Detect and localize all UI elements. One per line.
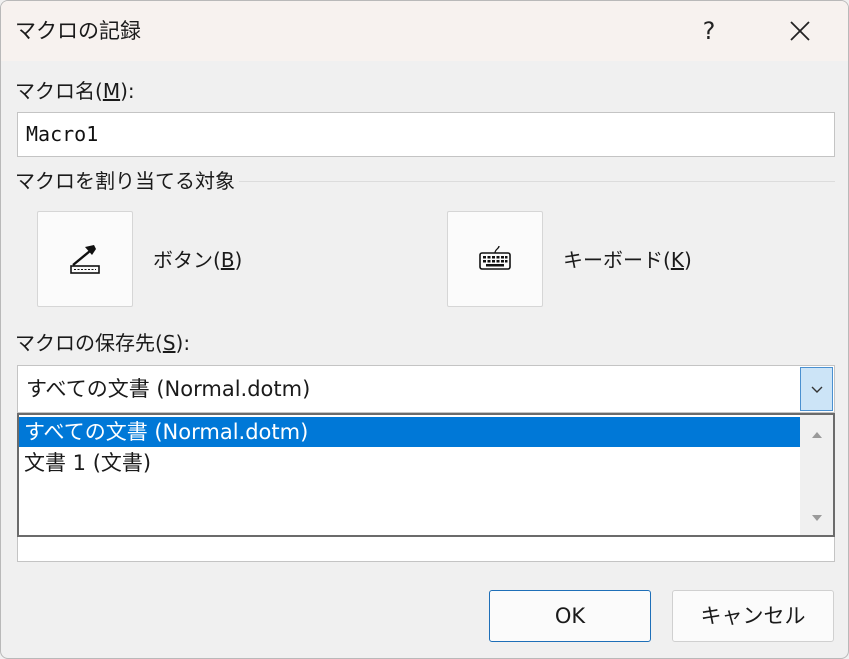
- record-macro-dialog: マクロの記録 ? マクロ名(M): Macro1 マクロを割り当てる対象 ボタン…: [0, 0, 849, 659]
- dropdown-option-document1[interactable]: 文書 1 (文書): [19, 448, 800, 478]
- scroll-down-arrow-icon: [811, 515, 822, 521]
- macro-name-label: マクロ名(M):: [15, 79, 135, 103]
- group-divider: [239, 181, 835, 182]
- dropdown-option-all-documents[interactable]: すべての文書 (Normal.dotm): [19, 417, 800, 447]
- cancel-button[interactable]: キャンセル: [672, 590, 834, 642]
- assign-group-label: マクロを割り当てる対象: [15, 169, 235, 193]
- close-icon: [790, 21, 810, 41]
- title-bar: マクロの記録 ?: [1, 1, 848, 61]
- window-title: マクロの記録: [15, 19, 141, 43]
- store-macro-dropdown-list: すべての文書 (Normal.dotm) 文書 1 (文書): [17, 413, 835, 537]
- scroll-down-button[interactable]: [800, 503, 833, 533]
- scroll-up-button[interactable]: [800, 420, 833, 450]
- toolbar-button-icon: [70, 245, 100, 274]
- ok-button[interactable]: OK: [489, 590, 651, 642]
- assign-button-button[interactable]: [37, 211, 133, 307]
- combobox-dropdown-button[interactable]: [800, 367, 833, 411]
- keyboard-icon: [479, 245, 511, 270]
- description-box[interactable]: [17, 537, 835, 562]
- chevron-down-icon: [811, 386, 822, 393]
- scroll-up-arrow-icon: [811, 432, 822, 438]
- assign-keyboard-button[interactable]: [447, 211, 543, 307]
- assign-keyboard-label: キーボード(K): [563, 248, 692, 272]
- combobox-selected-value: すべての文書 (Normal.dotm): [26, 377, 311, 401]
- store-macro-label: マクロの保存先(S):: [15, 331, 191, 355]
- store-macro-combobox[interactable]: すべての文書 (Normal.dotm): [17, 365, 835, 413]
- close-button[interactable]: [782, 13, 818, 49]
- macro-name-input[interactable]: Macro1: [17, 112, 835, 157]
- assign-button-label: ボタン(B): [153, 248, 243, 272]
- help-button[interactable]: ?: [691, 13, 727, 49]
- dropdown-scrollbar[interactable]: [800, 415, 833, 535]
